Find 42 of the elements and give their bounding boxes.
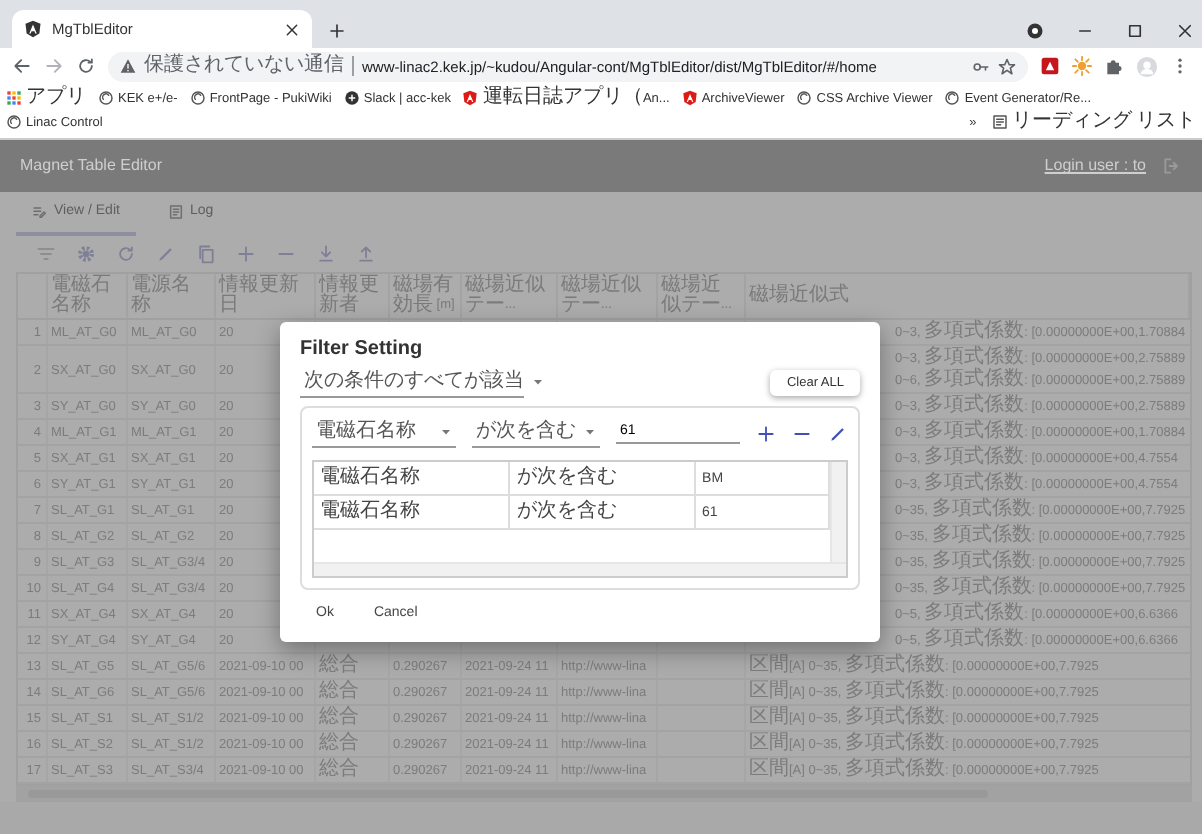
globe-icon	[944, 90, 961, 106]
back-icon[interactable]	[12, 56, 32, 76]
caret-icon	[584, 426, 596, 438]
close-icon[interactable]	[1176, 22, 1194, 40]
apps-grid-icon	[6, 90, 22, 106]
warning-icon	[120, 58, 136, 74]
shield-icon	[681, 90, 698, 106]
add-icon[interactable]	[756, 423, 776, 443]
key-icon[interactable]	[972, 57, 990, 75]
horizontal-scrollbar[interactable]	[314, 562, 846, 576]
reading-list-button[interactable]: リーディング リスト	[992, 110, 1196, 134]
globe-icon	[796, 90, 813, 106]
field-select[interactable]: 電磁石名称	[312, 418, 456, 448]
list-edit-icon	[32, 204, 48, 220]
reading-list-icon	[992, 114, 1009, 130]
app-title: Magnet Table Editor	[20, 156, 163, 176]
match-mode-select[interactable]: 次の条件のすべてが該当	[300, 368, 524, 398]
reload-icon[interactable]	[76, 56, 96, 76]
star-icon[interactable]	[998, 57, 1016, 75]
bookmark-link[interactable]: アプリ	[6, 86, 86, 110]
security-label: 保護されていない通信	[144, 56, 354, 76]
table-cell: が次を含む	[509, 495, 696, 529]
maximize-icon[interactable]	[1126, 22, 1144, 40]
table-cell: 電磁石名称	[314, 495, 510, 529]
caret-icon	[440, 426, 452, 438]
app-favicon-icon	[24, 20, 42, 38]
document-icon	[167, 204, 184, 220]
table-cell: 電磁石名称	[314, 462, 510, 495]
new-tab-icon[interactable]	[328, 22, 346, 40]
caret-icon	[532, 376, 544, 388]
edit-icon[interactable]	[828, 423, 848, 443]
close-icon[interactable]	[284, 21, 300, 37]
operator-select[interactable]: が次を含む	[472, 418, 600, 448]
pdf-extension-icon[interactable]	[1040, 56, 1060, 76]
vertical-scrollbar[interactable]	[830, 462, 846, 562]
shield-icon	[462, 90, 479, 106]
globe-icon	[6, 114, 22, 130]
table-cell: が次を含む	[509, 462, 696, 495]
puzzle-icon[interactable]	[1104, 56, 1124, 76]
globe-icon	[98, 90, 114, 106]
account-icon[interactable]	[1026, 22, 1044, 40]
globe-icon	[189, 90, 206, 106]
